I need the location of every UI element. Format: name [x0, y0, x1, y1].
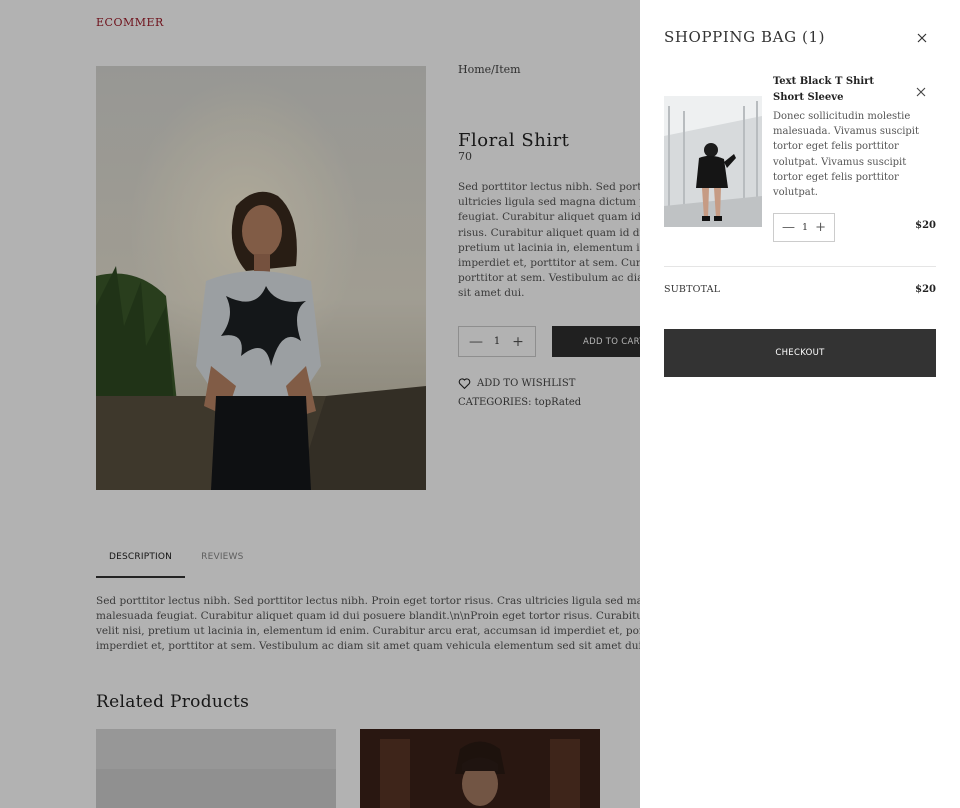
subtotal-value: $20 [915, 284, 936, 295]
cart-item-image [664, 96, 762, 227]
shopping-bag-drawer: SHOPPING BAG (1) Text Black T Shirt Shor… [640, 0, 960, 808]
minus-icon[interactable]: — [782, 221, 795, 234]
cart-item-price: $20 [915, 220, 936, 231]
cart-item-name[interactable]: Text Black T Shirt Short Sleeve [773, 74, 903, 106]
cart-item-description: Donec sollicitudin molestie malesuada. V… [773, 111, 920, 199]
drawer-title: SHOPPING BAG (1) [664, 28, 826, 46]
drawer-backdrop[interactable] [0, 0, 640, 808]
close-icon [917, 33, 927, 43]
cart-item-quantity-stepper: — 1 + [773, 213, 835, 242]
cart-item-quantity: 1 [802, 222, 809, 233]
plus-icon[interactable]: + [815, 221, 826, 234]
remove-item-button[interactable] [914, 84, 928, 98]
close-icon [916, 87, 926, 97]
close-drawer-button[interactable] [914, 30, 930, 46]
checkout-button[interactable]: CHECKOUT [664, 329, 936, 377]
subtotal-label: SUBTOTAL [664, 284, 721, 295]
divider [664, 266, 936, 267]
